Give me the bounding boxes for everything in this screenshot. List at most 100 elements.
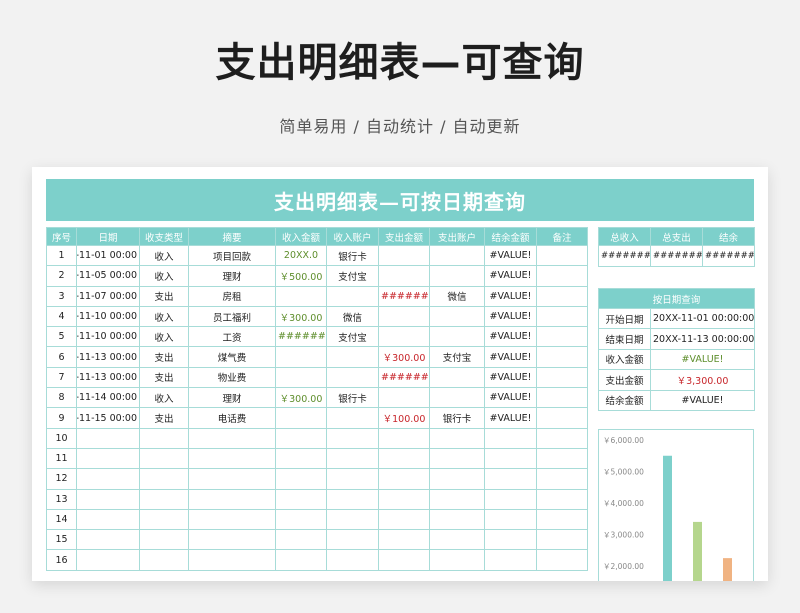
table-cell[interactable] xyxy=(484,508,537,531)
table-cell[interactable]: ￥300.00 xyxy=(275,305,327,328)
table-cell[interactable] xyxy=(484,427,537,449)
table-cell[interactable]: 20XX-11-13 00:00 xyxy=(76,366,140,389)
table-cell[interactable] xyxy=(378,468,430,490)
table-cell[interactable] xyxy=(536,244,588,267)
table-cell[interactable]: 20XX-11-15 00:00 xyxy=(76,407,140,429)
table-cell[interactable] xyxy=(275,407,327,429)
table-cell[interactable] xyxy=(429,427,485,449)
table-cell[interactable]: 20XX-11-14 00:00 xyxy=(76,387,140,409)
summary-value[interactable]: ######### xyxy=(598,245,651,267)
table-cell[interactable] xyxy=(76,447,140,470)
table-cell[interactable]: #VALUE! xyxy=(484,285,537,307)
table-cell[interactable]: ￥300.00 xyxy=(378,346,430,368)
table-cell[interactable]: 10 xyxy=(46,427,77,449)
table-cell[interactable] xyxy=(275,529,327,551)
table-cell[interactable]: ######### xyxy=(378,285,430,307)
table-cell[interactable] xyxy=(139,468,189,490)
table-cell[interactable] xyxy=(326,508,379,531)
table-cell[interactable] xyxy=(429,508,485,531)
table-cell[interactable] xyxy=(76,468,140,490)
table-cell[interactable]: #VALUE! xyxy=(484,326,537,348)
table-cell[interactable]: #VALUE! xyxy=(484,366,537,389)
table-cell[interactable] xyxy=(326,407,379,429)
table-cell[interactable] xyxy=(76,508,140,531)
table-cell[interactable]: 煤气费 xyxy=(188,346,276,368)
table-cell[interactable] xyxy=(275,508,327,531)
table-cell[interactable] xyxy=(536,387,588,409)
table-cell[interactable] xyxy=(536,305,588,328)
table-cell[interactable]: 14 xyxy=(46,508,77,531)
table-cell[interactable]: 20XX-11-01 00:00 xyxy=(76,244,140,267)
table-cell[interactable] xyxy=(378,305,430,328)
table-cell[interactable] xyxy=(326,468,379,490)
table-cell[interactable]: 5 xyxy=(46,326,77,348)
table-cell[interactable] xyxy=(326,447,379,470)
table-cell[interactable]: 员工福利 xyxy=(188,305,276,328)
table-cell[interactable]: ######### xyxy=(275,326,327,348)
table-cell[interactable] xyxy=(139,529,189,551)
summary-value[interactable]: ######### xyxy=(650,245,703,267)
table-cell[interactable] xyxy=(76,488,140,510)
table-cell[interactable] xyxy=(188,549,276,571)
table-cell[interactable] xyxy=(275,427,327,449)
table-cell[interactable]: ######### xyxy=(378,366,430,389)
table-cell[interactable] xyxy=(484,549,537,571)
table-cell[interactable] xyxy=(378,508,430,531)
table-cell[interactable] xyxy=(378,427,430,449)
table-cell[interactable]: 收入 xyxy=(139,305,189,328)
table-cell[interactable]: ￥100.00 xyxy=(378,407,430,429)
table-cell[interactable] xyxy=(536,326,588,348)
table-cell[interactable] xyxy=(429,488,485,510)
table-cell[interactable] xyxy=(378,326,430,348)
table-cell[interactable]: 理财 xyxy=(188,387,276,409)
table-cell[interactable]: 20XX-11-13 00:00 xyxy=(76,346,140,368)
table-cell[interactable] xyxy=(139,427,189,449)
query-value[interactable]: #VALUE! xyxy=(649,348,756,371)
query-value[interactable]: 20XX-11-01 00:00:00 xyxy=(649,307,756,330)
table-cell[interactable]: 16 xyxy=(46,549,77,571)
table-cell[interactable] xyxy=(275,366,327,389)
table-cell[interactable]: #VALUE! xyxy=(484,305,537,328)
table-cell[interactable]: 20XX-11-10 00:00 xyxy=(76,326,140,348)
table-cell[interactable]: #VALUE! xyxy=(484,346,537,368)
table-cell[interactable]: 收入 xyxy=(139,244,189,267)
table-cell[interactable]: 20XX-11-10 00:00 xyxy=(76,305,140,328)
table-cell[interactable] xyxy=(484,468,537,490)
table-cell[interactable]: 支出 xyxy=(139,407,189,429)
query-value[interactable]: #VALUE! xyxy=(649,389,756,411)
table-cell[interactable]: 银行卡 xyxy=(429,407,485,429)
table-cell[interactable]: 4 xyxy=(46,305,77,328)
table-cell[interactable] xyxy=(76,529,140,551)
table-cell[interactable] xyxy=(484,488,537,510)
table-cell[interactable]: 1 xyxy=(46,244,77,267)
table-cell[interactable] xyxy=(275,468,327,490)
table-cell[interactable]: 收入 xyxy=(139,265,189,287)
table-cell[interactable] xyxy=(326,346,379,368)
table-cell[interactable] xyxy=(188,447,276,470)
table-cell[interactable]: ￥300.00 xyxy=(275,387,327,409)
table-cell[interactable]: 支出 xyxy=(139,285,189,307)
table-cell[interactable]: 微信 xyxy=(326,305,379,328)
table-cell[interactable] xyxy=(378,549,430,571)
table-cell[interactable] xyxy=(429,244,485,267)
table-cell[interactable] xyxy=(326,285,379,307)
table-cell[interactable]: 银行卡 xyxy=(326,387,379,409)
table-cell[interactable]: 6 xyxy=(46,346,77,368)
table-cell[interactable] xyxy=(188,427,276,449)
table-cell[interactable] xyxy=(429,326,485,348)
table-cell[interactable] xyxy=(536,529,588,551)
table-cell[interactable]: 20XX.0 xyxy=(275,244,327,267)
table-cell[interactable] xyxy=(429,447,485,470)
table-cell[interactable] xyxy=(275,285,327,307)
table-cell[interactable]: 3 xyxy=(46,285,77,307)
table-cell[interactable] xyxy=(429,549,485,571)
table-cell[interactable] xyxy=(275,447,327,470)
table-cell[interactable]: 银行卡 xyxy=(326,244,379,267)
query-value[interactable]: ￥3,300.00 xyxy=(649,369,756,391)
table-cell[interactable] xyxy=(536,366,588,389)
table-cell[interactable] xyxy=(139,488,189,510)
table-cell[interactable] xyxy=(378,447,430,470)
query-value[interactable]: 20XX-11-13 00:00:00 xyxy=(649,328,756,350)
table-cell[interactable]: 11 xyxy=(46,447,77,470)
table-cell[interactable]: #VALUE! xyxy=(484,265,537,287)
